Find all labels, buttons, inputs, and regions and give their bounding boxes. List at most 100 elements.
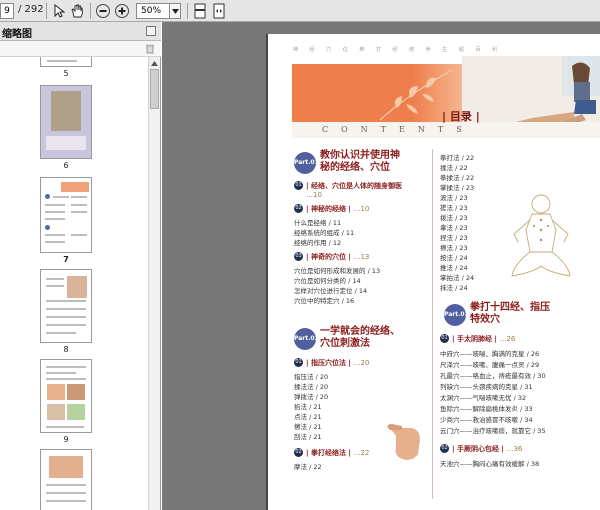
zoom-dropdown-button[interactable]: [170, 3, 181, 19]
zoom-in-icon[interactable]: [113, 2, 131, 20]
section-number: 01: [440, 334, 449, 343]
chevron-down-icon: [171, 8, 179, 14]
toc-item[interactable]: 拳打法 / 22: [440, 152, 474, 162]
toc-item[interactable]: 摩法 / 22: [294, 461, 322, 471]
thumbnail-list: 5 6 7 8 9: [0, 57, 148, 510]
toolbar-separator: [90, 3, 91, 19]
toc-item[interactable]: 怎样对穴位进行定位 / 14: [294, 285, 367, 295]
contents-word: CONTENTS: [322, 125, 475, 134]
toc-item[interactable]: 揉法 / 22: [440, 162, 468, 172]
section-title: | 拳打经络法 | …22: [306, 449, 370, 457]
book-header-text: 神 经 穴 位 拳 打 经 络 养 生 超 百 科: [293, 47, 503, 53]
page-number-input[interactable]: 9: [0, 3, 14, 19]
toc-item[interactable]: 推法 / 24: [440, 262, 468, 272]
toc-item[interactable]: 掌拍法 / 24: [440, 272, 474, 282]
document-view: 神 经 穴 位 拳 打 经 络 养 生 超 百 科 | 目录 | CONTENT…: [162, 22, 600, 510]
pdf-viewer: 9 / 292 50% 缩略图 5 6 7 8 9 神 经 穴 位 拳 打 经 …: [0, 0, 600, 510]
hand-tool-icon[interactable]: [68, 2, 86, 20]
column-divider: [432, 149, 433, 499]
document-page: 神 经 穴 位 拳 打 经 络 养 生 超 百 科 | 目录 | CONTENT…: [268, 34, 600, 510]
toc-item[interactable]: 列缺穴——头颈疾病的克星 / 31: [440, 381, 533, 391]
pointing-hand-icon: [387, 424, 420, 460]
part-badge: Part.03: [444, 304, 469, 326]
scroll-thumb[interactable]: [150, 69, 159, 109]
toc-item[interactable]: 擦法 / 23: [440, 242, 468, 252]
toc-item[interactable]: 中府穴——咳喘、胸满的克星 / 26: [440, 348, 539, 358]
section-title: | 神奇的穴位 | …13: [306, 253, 370, 261]
thumbnail-label: 7: [63, 255, 69, 264]
zoom-out-icon[interactable]: [94, 2, 112, 20]
section-title: | 手太阴肺经 | …26: [452, 335, 516, 343]
toc-item[interactable]: 孔最穴——咯血止，痔疮最有效 / 30: [440, 370, 546, 380]
toc-item[interactable]: 穴位是如何形成和发展的 / 13: [294, 265, 380, 275]
toc-item[interactable]: 指压法 / 20: [294, 371, 328, 381]
section-title: | 手厥阴心包经 | …36: [452, 445, 523, 453]
toc-item[interactable]: 穴位是如何分类的 / 14: [294, 275, 361, 285]
toolbar-separator: [46, 3, 47, 19]
page-thumbnail-current[interactable]: [40, 359, 92, 433]
toc-item[interactable]: 穴位中的特定穴 / 16: [294, 295, 354, 305]
section-page-ref: …10: [306, 191, 322, 199]
page-thumbnail[interactable]: [40, 85, 92, 159]
toc-item[interactable]: 天池穴——胸闷心痛有效缓解 / 38: [440, 458, 539, 468]
part-title: 教你认识并使用神: [320, 150, 400, 161]
panel-toolbar: [0, 41, 161, 57]
toc-item[interactable]: 捏法 / 23: [440, 232, 468, 242]
toc-item[interactable]: 经络的作用 / 12: [294, 237, 341, 247]
thumbnail-label: 9: [63, 435, 69, 444]
select-text-icon[interactable]: [50, 2, 68, 20]
toc-item[interactable]: 搓法 / 23: [440, 202, 468, 212]
section-number: 01: [294, 358, 303, 367]
trash-icon[interactable]: [145, 43, 155, 54]
toc-item[interactable]: 拿法 / 23: [440, 222, 468, 232]
fit-width-icon[interactable]: [210, 2, 228, 20]
toolbar: 9 / 292 50%: [0, 0, 600, 22]
section-title: | 指压穴位法 | …20: [306, 359, 370, 367]
part-badge: Part.01: [294, 152, 319, 174]
section-number: 02: [294, 204, 303, 213]
fit-page-icon[interactable]: [191, 2, 209, 20]
toc-item[interactable]: 经络系统的组成 / 11: [294, 227, 354, 237]
toc-item[interactable]: 抹法 / 24: [440, 282, 468, 292]
toc-item[interactable]: 少商穴——救治感冒不咳嗽 / 34: [440, 414, 533, 424]
thumbnail-label: 6: [63, 161, 69, 170]
contents-banner: | 目录 | CONTENTS: [292, 56, 600, 138]
toc-item[interactable]: 尺泽穴——咳嗽、腹痛一点灵 / 29: [440, 359, 539, 369]
toc-item[interactable]: 弹拨法 / 20: [294, 391, 328, 401]
toc-item[interactable]: 鱼际穴——解除扁桃体发炎 / 33: [440, 403, 533, 413]
part-title: 一学就会的经络、: [320, 326, 400, 337]
part-title: 特效穴: [470, 314, 500, 325]
scroll-up-icon[interactable]: [150, 59, 159, 68]
thumbnail-scrollbar[interactable]: [148, 57, 160, 510]
toc-item[interactable]: 点法 / 21: [294, 411, 322, 421]
zoom-level-input[interactable]: 50%: [136, 3, 170, 19]
toc-item[interactable]: 云门穴——治疗咳嗽痰，就靠它 / 35: [440, 425, 546, 435]
thumbnail-panel: 缩略图 5 6 7 8 9: [0, 22, 161, 510]
toc-item[interactable]: 太渊穴——气喘咳嗽无忧 / 32: [440, 392, 526, 402]
thumbnail-label: 5: [63, 69, 69, 78]
toc-item[interactable]: 按法 / 24: [440, 252, 468, 262]
thumbnail-label: 8: [63, 345, 69, 354]
section-title: | 神秘的经络 | …10: [306, 205, 370, 213]
panel-header: 缩略图: [0, 22, 161, 41]
section-number: 01: [294, 181, 303, 190]
toc-item[interactable]: 拳揉法 / 22: [440, 172, 474, 182]
toolbar-separator: [187, 3, 188, 19]
toc-item[interactable]: 拨法 / 23: [440, 212, 468, 222]
toc-item[interactable]: 什么是经络 / 11: [294, 217, 341, 227]
page-thumbnail[interactable]: [40, 177, 92, 253]
toc-item[interactable]: 刮法 / 21: [294, 431, 322, 441]
toc-item[interactable]: 揉法法 / 20: [294, 381, 328, 391]
page-thumbnail[interactable]: [40, 57, 92, 67]
toc-item[interactable]: 掌揉法 / 23: [440, 182, 474, 192]
page-thumbnail[interactable]: [40, 449, 92, 510]
part-title: 秘的经络、穴位: [320, 162, 390, 173]
part-badge: Part.02: [294, 328, 319, 350]
page-thumbnail[interactable]: [40, 269, 92, 343]
section-number: 03: [294, 252, 303, 261]
section-number: 02: [440, 444, 449, 453]
toc-item[interactable]: 掐法 / 21: [294, 401, 322, 411]
close-panel-icon[interactable]: [146, 26, 156, 36]
toc-item[interactable]: 滚法 / 23: [440, 192, 468, 202]
toc-item[interactable]: 擦法 / 21: [294, 421, 322, 431]
